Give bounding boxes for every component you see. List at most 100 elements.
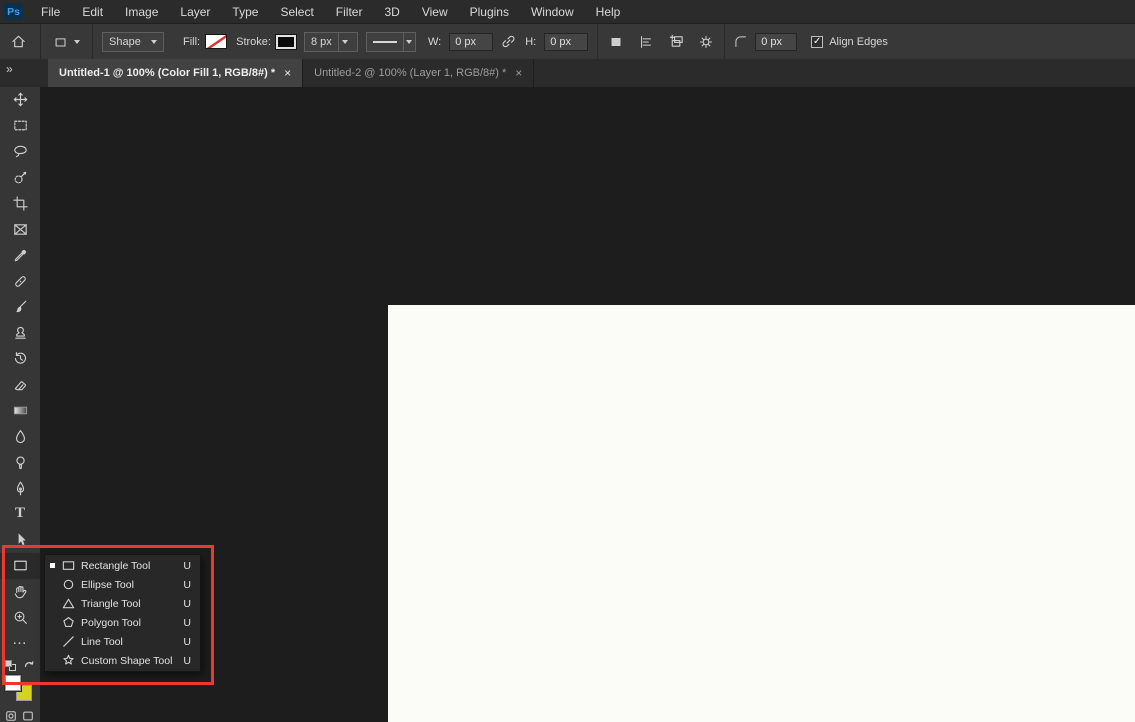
menu-window[interactable]: Window: [520, 0, 585, 23]
path-alignment-button[interactable]: [633, 29, 659, 55]
photoshop-logo: Ps: [4, 3, 23, 20]
align-icon: [638, 34, 654, 50]
menu-filter[interactable]: Filter: [325, 0, 374, 23]
menu-image[interactable]: Image: [114, 0, 169, 23]
link-dimensions-button[interactable]: [495, 29, 521, 55]
hand-icon: [12, 583, 29, 600]
menu-edit[interactable]: Edit: [71, 0, 114, 23]
lasso-tool[interactable]: [0, 139, 40, 165]
flyout-triangle-tool[interactable]: Triangle Tool U: [45, 594, 200, 613]
chevron-down-icon: [74, 40, 80, 44]
marquee-icon: [12, 117, 29, 134]
home-icon: [10, 33, 27, 50]
eyedropper-tool[interactable]: [0, 242, 40, 268]
move-icon: [12, 91, 29, 108]
history-brush-tool[interactable]: [0, 346, 40, 372]
align-edges-checkbox[interactable]: ✓: [811, 36, 823, 48]
default-colors-icon[interactable]: [4, 659, 18, 672]
corner-radius-button[interactable]: [730, 29, 750, 55]
frame-tool[interactable]: [0, 216, 40, 242]
shape-tools-flyout: Rectangle Tool U Ellipse Tool U Triangle…: [44, 554, 201, 672]
selection-arrow-icon: [12, 531, 29, 548]
flyout-item-label: Triangle Tool: [81, 598, 176, 610]
stroke-width-combo[interactable]: 8 px: [304, 32, 358, 52]
screen-mode-icon[interactable]: [22, 710, 34, 722]
path-selection-tool[interactable]: [0, 527, 40, 553]
zoom-tool[interactable]: [0, 605, 40, 631]
gradient-tool[interactable]: [0, 398, 40, 424]
arrange-layers-icon: [668, 33, 685, 50]
flyout-line-tool[interactable]: Line Tool U: [45, 632, 200, 651]
polygon-icon: [61, 615, 76, 630]
tab-title: Untitled-1 @ 100% (Color Fill 1, RGB/8#)…: [59, 67, 275, 79]
healing-brush-tool[interactable]: [0, 268, 40, 294]
link-icon: [500, 33, 517, 50]
history-brush-icon: [12, 350, 29, 367]
menu-view[interactable]: View: [411, 0, 459, 23]
fill-color-swatch[interactable]: [205, 34, 227, 49]
blur-tool[interactable]: [0, 423, 40, 449]
shape-width-field[interactable]: 0 px: [449, 33, 493, 51]
chevron-down-icon[interactable]: [338, 33, 352, 51]
quick-mask-icon[interactable]: [5, 710, 17, 722]
chevron-down-icon: [151, 40, 157, 44]
type-tool[interactable]: T: [0, 501, 40, 527]
tool-mode-select[interactable]: Shape: [102, 32, 164, 52]
eraser-tool[interactable]: [0, 372, 40, 398]
menu-bar: Ps File Edit Image Layer Type Select Fil…: [0, 0, 1135, 23]
menu-file[interactable]: File: [30, 0, 71, 23]
divider: [724, 24, 725, 59]
collapse-panel-button[interactable]: »: [0, 59, 48, 87]
rectangle-tool[interactable]: [0, 553, 40, 579]
path-arrangement-button[interactable]: [663, 29, 689, 55]
shape-height-field[interactable]: 0 px: [544, 33, 588, 51]
close-icon[interactable]: ×: [284, 66, 291, 80]
tools-panel: T …: [0, 87, 40, 722]
stroke-style-combo[interactable]: [366, 32, 416, 52]
crop-tool[interactable]: [0, 191, 40, 217]
menu-help[interactable]: Help: [585, 0, 632, 23]
shape-settings-button[interactable]: [693, 29, 719, 55]
menu-layer[interactable]: Layer: [169, 0, 221, 23]
edit-toolbar-button[interactable]: …: [0, 630, 40, 656]
document-canvas[interactable]: [388, 305, 1135, 722]
rectangular-marquee-tool[interactable]: [0, 113, 40, 139]
menu-type[interactable]: Type: [221, 0, 269, 23]
clone-stamp-tool[interactable]: [0, 320, 40, 346]
stroke-color-swatch[interactable]: [276, 35, 296, 49]
flyout-item-shortcut: U: [181, 560, 191, 572]
flyout-item-label: Line Tool: [81, 636, 176, 648]
color-controls: [0, 656, 40, 674]
menu-3d[interactable]: 3D: [373, 0, 410, 23]
flyout-rectangle-tool[interactable]: Rectangle Tool U: [45, 556, 200, 575]
hand-tool[interactable]: [0, 579, 40, 605]
rectangle-icon: [12, 557, 29, 574]
tab-untitled-2[interactable]: Untitled-2 @ 100% (Layer 1, RGB/8#) * ×: [303, 59, 534, 87]
tool-preset-picker[interactable]: [44, 34, 89, 50]
corner-radius-field[interactable]: 0 px: [755, 33, 797, 51]
flyout-polygon-tool[interactable]: Polygon Tool U: [45, 613, 200, 632]
flyout-item-shortcut: U: [181, 617, 191, 629]
swap-colors-icon[interactable]: [23, 660, 36, 671]
object-selection-tool[interactable]: [0, 165, 40, 191]
flyout-custom-shape-tool[interactable]: Custom Shape Tool U: [45, 651, 200, 670]
crop-icon: [12, 195, 29, 212]
menu-plugins[interactable]: Plugins: [459, 0, 520, 23]
dodge-tool[interactable]: [0, 449, 40, 475]
tab-untitled-1[interactable]: Untitled-1 @ 100% (Color Fill 1, RGB/8#)…: [48, 59, 303, 87]
brush-icon: [12, 298, 29, 315]
brush-tool[interactable]: [0, 294, 40, 320]
ellipse-icon: [61, 577, 76, 592]
pen-tool[interactable]: [0, 475, 40, 501]
move-tool[interactable]: [0, 87, 40, 113]
rectangle-icon: [61, 558, 76, 573]
flyout-item-label: Rectangle Tool: [81, 560, 176, 572]
flyout-ellipse-tool[interactable]: Ellipse Tool U: [45, 575, 200, 594]
foreground-color-swatch[interactable]: [5, 675, 21, 691]
lasso-icon: [12, 143, 29, 160]
chevron-down-icon[interactable]: [403, 33, 415, 51]
home-button[interactable]: [10, 33, 27, 50]
path-operations-button[interactable]: [603, 29, 629, 55]
close-icon[interactable]: ×: [515, 66, 522, 80]
menu-select[interactable]: Select: [269, 0, 324, 23]
